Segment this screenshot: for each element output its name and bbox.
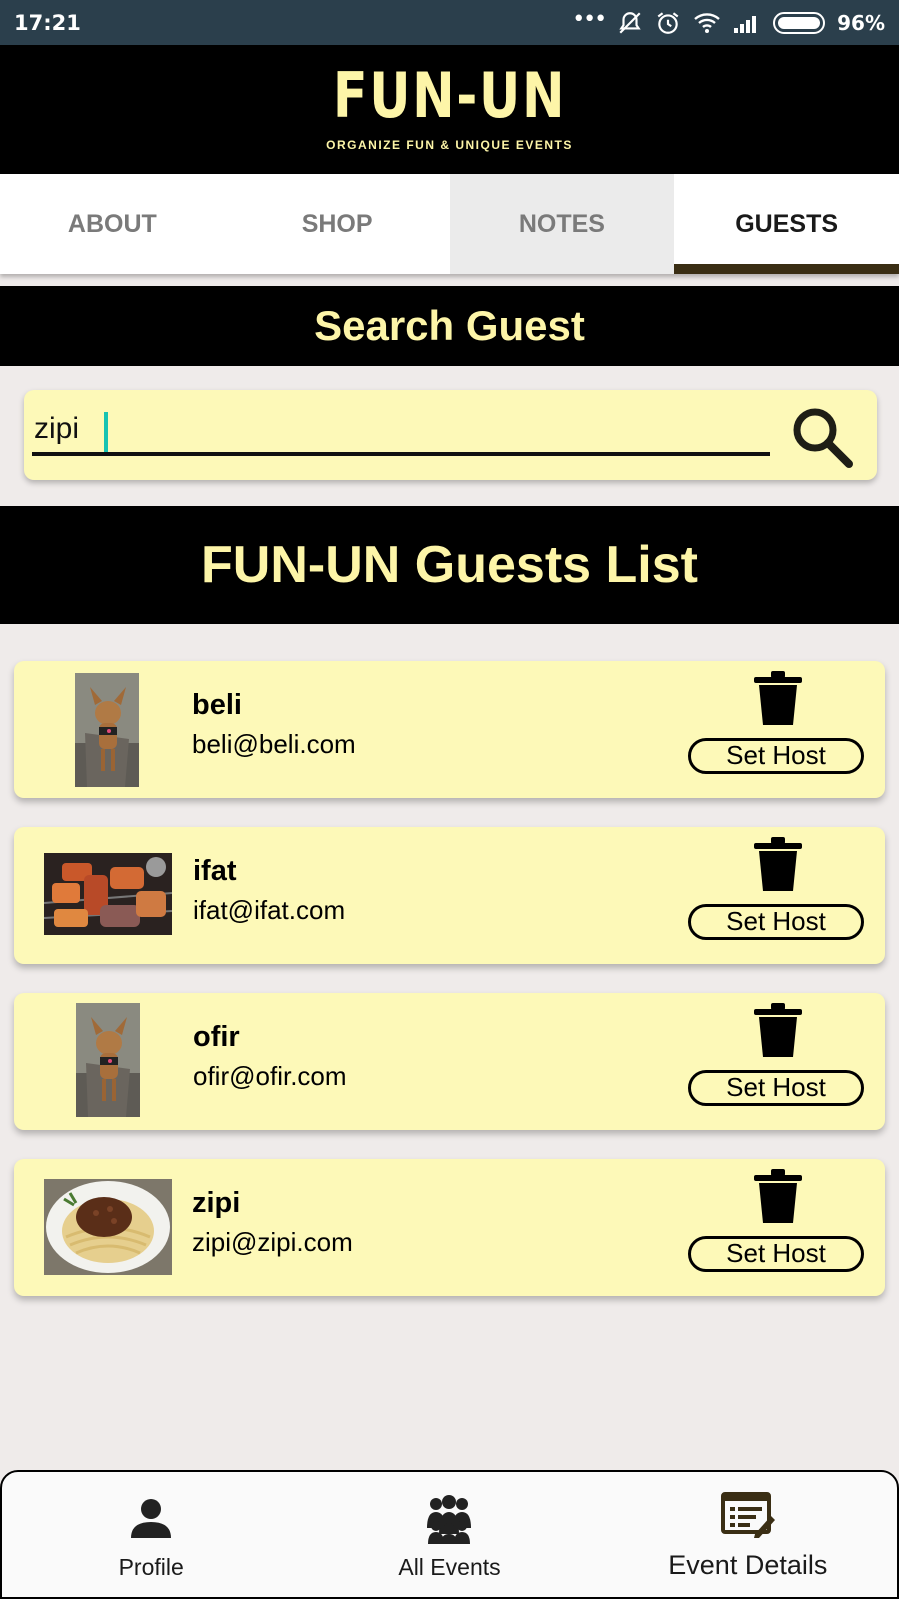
guest-email: ifat@ifat.com — [193, 895, 346, 925]
search-icon[interactable] — [789, 404, 855, 470]
wifi-icon — [694, 12, 720, 33]
guest-email: zipi@zipi.com — [192, 1227, 353, 1257]
guest-email: beli@beli.com — [192, 729, 356, 759]
guest-card: zipi zipi@zipi.com Set Host — [14, 1159, 885, 1296]
nav-event-details[interactable]: Event Details — [599, 1472, 897, 1597]
search-card — [24, 390, 877, 480]
brand-header: FUN-UN ORGANIZE FUN & UNIQUE EVENTS — [0, 45, 899, 174]
status-bar: 17:21 ••• 96% — [0, 0, 899, 45]
trash-icon[interactable] — [754, 1169, 802, 1223]
trash-icon[interactable] — [754, 671, 802, 725]
alarm-icon — [657, 11, 679, 34]
guest-name: zipi — [192, 1187, 241, 1219]
nav-all-events[interactable]: All Events — [300, 1472, 598, 1597]
guest-avatar-dog — [76, 1003, 140, 1117]
battery-icon — [773, 11, 826, 34]
guests-list-title: FUN-UN Guests List — [0, 506, 899, 624]
status-time: 17:21 — [14, 10, 81, 35]
guest-name: ifat — [193, 855, 237, 887]
app-tagline: ORGANIZE FUN & UNIQUE EVENTS — [326, 138, 573, 152]
nav-profile[interactable]: Profile — [2, 1472, 300, 1597]
edit-document-icon — [720, 1492, 775, 1538]
set-host-button[interactable]: Set Host — [688, 1236, 864, 1272]
tab-about[interactable]: ABOUT — [0, 174, 225, 274]
trash-icon[interactable] — [754, 1003, 802, 1057]
signal-icon — [734, 15, 757, 33]
search-section-title: Search Guest — [0, 286, 899, 366]
set-host-button[interactable]: Set Host — [688, 738, 864, 774]
trash-icon[interactable] — [754, 837, 802, 891]
set-host-button[interactable]: Set Host — [688, 1070, 864, 1106]
guest-card: ifat ifat@ifat.com Set Host — [14, 827, 885, 964]
text-cursor — [104, 412, 108, 452]
status-icons: ••• 96% — [572, 6, 885, 36]
app-logo: FUN-UN — [332, 59, 567, 132]
guest-avatar-spaghetti — [44, 1179, 172, 1275]
guest-email: ofir@ofir.com — [193, 1061, 347, 1091]
nav-label: Profile — [118, 1554, 184, 1580]
tab-bar: ABOUT SHOP NOTES GUESTS — [0, 174, 899, 274]
guest-avatar-grilled-meat — [44, 853, 172, 935]
nav-label: All Events — [398, 1554, 501, 1580]
tab-guests[interactable]: GUESTS — [674, 174, 899, 274]
group-icon — [427, 1495, 472, 1544]
tab-notes[interactable]: NOTES — [449, 174, 675, 274]
tab-shop[interactable]: SHOP — [225, 174, 450, 274]
guest-name: ofir — [193, 1021, 240, 1053]
battery-percent: 96% — [837, 10, 885, 35]
guest-name: beli — [192, 689, 242, 721]
guest-avatar-dog — [75, 673, 139, 787]
nav-label: Event Details — [668, 1550, 828, 1580]
person-icon — [131, 1499, 172, 1538]
guest-card: beli beli@beli.com Set Host — [14, 661, 885, 798]
guest-card: ofir ofir@ofir.com Set Host — [14, 993, 885, 1130]
search-input[interactable] — [32, 406, 770, 456]
bottom-navigation: Profile All Events Event Details — [0, 1470, 899, 1599]
set-host-button[interactable]: Set Host — [688, 904, 864, 940]
more-dots-icon: ••• — [572, 6, 607, 32]
bell-off-icon — [619, 11, 641, 34]
